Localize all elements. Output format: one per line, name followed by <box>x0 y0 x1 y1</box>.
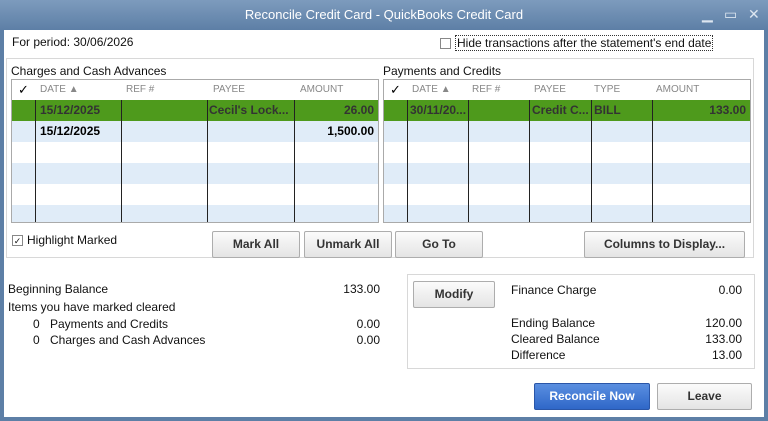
finance-charge-value: 0.00 <box>718 283 742 297</box>
type-header[interactable]: TYPE <box>594 80 620 100</box>
highlight-marked-checkbox[interactable]: ✓ Highlight Marked <box>12 233 117 247</box>
payments-label: Payments and Credits <box>50 317 169 331</box>
modify-button[interactable]: Modify <box>413 281 495 308</box>
columns-to-display-button[interactable]: Columns to Display... <box>584 231 745 258</box>
payee-header[interactable]: PAYEE <box>213 80 245 100</box>
ending-balance-value: 120.00 <box>705 316 742 330</box>
charges-grid[interactable]: ✓ DATE ▲ REF # PAYEE AMOUNT 15/12/2025 C… <box>11 79 379 223</box>
reconcile-window: Reconcile Credit Card - QuickBooks Credi… <box>0 0 768 421</box>
table-row[interactable]: 15/12/2025 Cecil's Lock... 26.00 <box>12 100 378 121</box>
charges-count: 0 <box>33 333 40 347</box>
amount-header[interactable]: AMOUNT <box>300 80 343 100</box>
maximize-icon[interactable]: ▭ <box>724 6 737 23</box>
unmark-all-button[interactable]: Unmark All <box>304 231 392 258</box>
mark-all-button[interactable]: Mark All <box>212 231 300 258</box>
hide-label: Hide transactions after the statement's … <box>455 35 714 51</box>
difference-label: Difference <box>511 348 566 362</box>
charges-label: Charges and Cash Advances <box>50 333 206 347</box>
ref-header[interactable]: REF # <box>472 80 500 100</box>
close-icon[interactable]: ✕ <box>748 6 760 23</box>
checkbox-box[interactable] <box>440 37 451 49</box>
payee-header[interactable]: PAYEE <box>534 80 566 100</box>
beginning-balance-value: 133.00 <box>343 282 380 296</box>
payments-amount: 0.00 <box>356 317 380 331</box>
balances-panel: Modify Finance Charge 0.00 Ending Balanc… <box>407 274 755 369</box>
difference-value: 13.00 <box>711 348 742 362</box>
check-column-header[interactable]: ✓ <box>18 80 29 100</box>
cleared-balance-value: 133.00 <box>705 332 742 346</box>
check-icon[interactable]: ✓ <box>12 234 23 246</box>
date-header[interactable]: DATE ▲ <box>40 80 79 100</box>
ref-header[interactable]: REF # <box>126 80 154 100</box>
amount-header[interactable]: AMOUNT <box>656 80 699 100</box>
summary-panel: Beginning Balance 133.00 Items you have … <box>6 270 404 368</box>
payments-grid[interactable]: ✓ DATE ▲ REF # PAYEE TYPE AMOUNT 30/11/2… <box>383 79 751 223</box>
beginning-balance-label: Beginning Balance <box>8 282 109 296</box>
payments-title: Payments and Credits <box>383 64 502 78</box>
ending-balance-label: Ending Balance <box>511 316 596 330</box>
minimize-icon[interactable]: ▁ <box>702 6 713 23</box>
hide-transactions-checkbox[interactable]: Hide transactions after the statement's … <box>440 35 714 51</box>
period-label: For period: 30/06/2026 <box>12 35 134 49</box>
leave-button[interactable]: Leave <box>657 383 752 410</box>
payments-count: 0 <box>33 317 40 331</box>
window-title: Reconcile Credit Card - QuickBooks Credi… <box>244 7 524 22</box>
marked-cleared-label: Items you have marked cleared <box>8 300 176 314</box>
date-header[interactable]: DATE ▲ <box>412 80 451 100</box>
reconcile-now-button[interactable]: Reconcile Now <box>534 383 650 410</box>
table-row[interactable]: 30/11/20... Credit C... BILL 133.00 <box>384 100 750 121</box>
go-to-button[interactable]: Go To <box>395 231 483 258</box>
cleared-balance-label: Cleared Balance <box>511 332 600 346</box>
charges-title: Charges and Cash Advances <box>11 64 167 78</box>
table-row[interactable]: 15/12/2025 1,500.00 <box>12 121 378 142</box>
charges-amount: 0.00 <box>356 333 380 347</box>
highlight-label: Highlight Marked <box>27 233 118 247</box>
finance-charge-label: Finance Charge <box>511 283 597 297</box>
check-column-header[interactable]: ✓ <box>390 80 401 100</box>
